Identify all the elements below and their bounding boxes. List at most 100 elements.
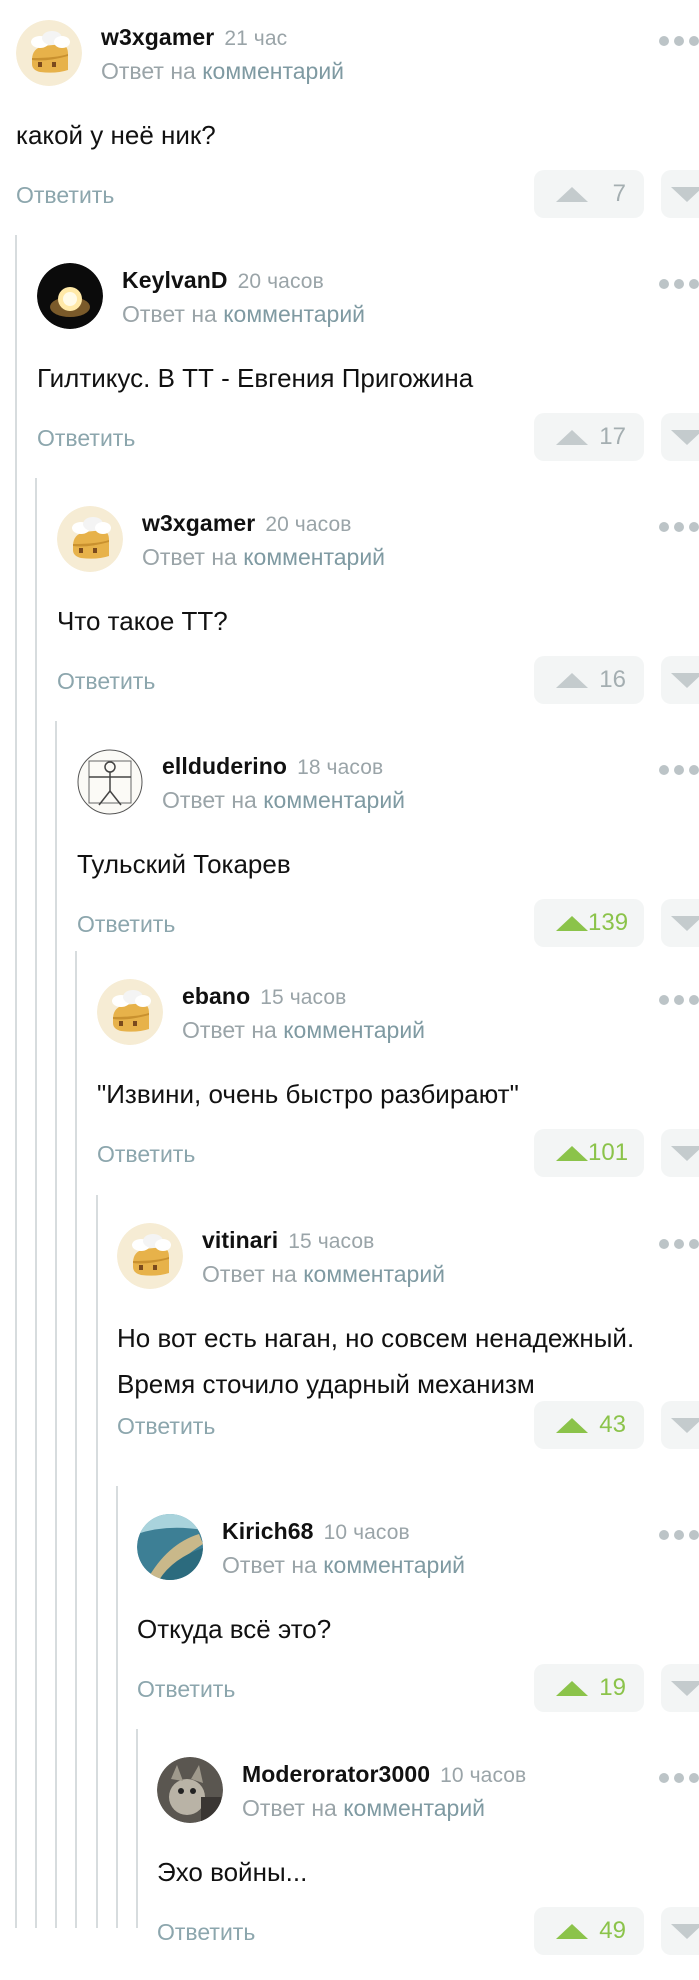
reply-button[interactable]: Ответить [157, 1919, 255, 1946]
author-name[interactable]: Moderorator3000 [242, 1761, 430, 1787]
avatar[interactable] [16, 20, 82, 86]
reply-button[interactable]: Ответить [37, 425, 135, 452]
avatar[interactable] [57, 506, 123, 572]
reply-button[interactable]: Ответить [117, 1413, 215, 1440]
more-options-icon[interactable] [659, 34, 699, 48]
avatar[interactable] [97, 979, 163, 1045]
upvote-button[interactable]: 101 [534, 1129, 644, 1177]
comment-time[interactable]: 15 часов [260, 986, 346, 1009]
comment-text-line: Эхо войны... [157, 1857, 308, 1887]
arrow-down-icon [671, 187, 699, 202]
arrow-down-icon [671, 1681, 699, 1696]
author-name[interactable]: ellduderino [162, 753, 287, 779]
comment-thread: w3xgamer 21 час Ответ на комментарий како… [0, 0, 699, 1955]
author-name[interactable]: w3xgamer [142, 510, 255, 536]
reply-to-prefix: Ответ на [182, 1017, 277, 1043]
arrow-up-icon [556, 1680, 588, 1696]
reply-button[interactable]: Ответить [16, 182, 114, 209]
comment-time[interactable]: 20 часов [265, 513, 351, 536]
comment-text-line: Откуда всё это? [137, 1614, 332, 1644]
reply-to-link[interactable]: комментарий [223, 301, 365, 327]
comment-body: Тульский Токарев [77, 841, 291, 887]
upvote-button[interactable]: 16 [534, 656, 644, 704]
downvote-button[interactable] [661, 1129, 699, 1177]
vote-score: 19 [599, 1674, 626, 1701]
upvote-button[interactable]: 43 [534, 1401, 644, 1449]
comment-time[interactable]: 20 часов [238, 270, 324, 293]
upvote-button[interactable]: 49 [534, 1907, 644, 1955]
reply-to-link[interactable]: комментарий [303, 1261, 445, 1287]
arrow-up-icon [556, 1145, 588, 1161]
comment-text-line: какой у неё ник? [16, 120, 216, 150]
arrow-up-icon [556, 672, 588, 688]
comment-text-line: Что такое ТТ? [57, 606, 228, 636]
arrow-down-icon [671, 1418, 699, 1433]
comment-time[interactable]: 18 часов [297, 756, 383, 779]
more-options-icon[interactable] [659, 277, 699, 291]
reply-button[interactable]: Ответить [57, 668, 155, 695]
upvote-button[interactable]: 7 [534, 170, 644, 218]
reply-to-link[interactable]: комментарий [343, 1795, 485, 1821]
author-line: Kirich68 10 часов [222, 1518, 410, 1545]
vote-score: 139 [588, 909, 629, 936]
more-options-icon[interactable] [659, 1528, 699, 1542]
reply-to-link[interactable]: комментарий [202, 58, 344, 84]
arrow-up-icon [556, 429, 588, 445]
reply-button[interactable]: Ответить [97, 1141, 195, 1168]
downvote-button[interactable] [661, 413, 699, 461]
downvote-button[interactable] [661, 899, 699, 947]
author-name[interactable]: Kirich68 [222, 1518, 314, 1544]
author-name[interactable]: w3xgamer [101, 24, 214, 50]
reply-to-prefix: Ответ на [162, 787, 257, 813]
downvote-button[interactable] [661, 170, 699, 218]
author-name[interactable]: ebano [182, 983, 250, 1009]
comment-time[interactable]: 10 часов [324, 1521, 410, 1544]
reply-to-line: Ответ на комментарий [162, 787, 405, 814]
reply-to-prefix: Ответ на [101, 58, 196, 84]
comment-time[interactable]: 15 часов [288, 1230, 374, 1253]
reply-button[interactable]: Ответить [77, 911, 175, 938]
more-options-icon[interactable] [659, 1771, 699, 1785]
reply-to-line: Ответ на комментарий [242, 1795, 485, 1822]
author-name[interactable]: vitinari [202, 1227, 278, 1253]
reply-to-link[interactable]: комментарий [323, 1552, 465, 1578]
upvote-button[interactable]: 139 [534, 899, 644, 947]
avatar[interactable] [157, 1757, 223, 1823]
author-name[interactable]: KeylvanD [122, 267, 228, 293]
comment-body: Откуда всё это? [137, 1606, 331, 1652]
reply-to-prefix: Ответ на [242, 1795, 337, 1821]
comment-body: Но вот есть наган, но совсем ненадежный.… [117, 1315, 634, 1407]
more-options-icon[interactable] [659, 993, 699, 1007]
more-options-icon[interactable] [659, 763, 699, 777]
downvote-button[interactable] [661, 1664, 699, 1712]
arrow-up-icon [556, 1417, 588, 1433]
comment: vitinari 15 часов Ответ на комментарий Но… [0, 1203, 699, 1449]
reply-button[interactable]: Ответить [137, 1676, 235, 1703]
author-line: ellduderino 18 часов [162, 753, 383, 780]
reply-to-line: Ответ на комментарий [122, 301, 365, 328]
comment-time[interactable]: 21 час [224, 27, 287, 50]
downvote-button[interactable] [661, 1401, 699, 1449]
comment: Kirich68 10 часов Ответ на комментарий От… [0, 1494, 699, 1737]
upvote-button[interactable]: 17 [534, 413, 644, 461]
vote-score: 16 [599, 666, 626, 693]
more-options-icon[interactable] [659, 520, 699, 534]
avatar[interactable] [137, 1514, 203, 1580]
vote-score: 43 [599, 1411, 626, 1438]
avatar[interactable] [37, 263, 103, 329]
avatar[interactable] [117, 1223, 183, 1289]
reply-to-link[interactable]: комментарий [283, 1017, 425, 1043]
downvote-button[interactable] [661, 1907, 699, 1955]
downvote-button[interactable] [661, 656, 699, 704]
comment: KeylvanD 20 часов Ответ на комментарий Ги… [0, 243, 699, 486]
reply-to-link[interactable]: комментарий [243, 544, 385, 570]
more-options-icon[interactable] [659, 1237, 699, 1251]
arrow-up-icon [556, 1923, 588, 1939]
arrow-down-icon [671, 430, 699, 445]
upvote-button[interactable]: 19 [534, 1664, 644, 1712]
comment: ellduderino 18 часов Ответ на комментарий… [0, 729, 699, 972]
avatar[interactable] [77, 749, 143, 815]
reply-to-link[interactable]: комментарий [263, 787, 405, 813]
author-line: ebano 15 часов [182, 983, 346, 1010]
comment-time[interactable]: 10 часов [440, 1764, 526, 1787]
